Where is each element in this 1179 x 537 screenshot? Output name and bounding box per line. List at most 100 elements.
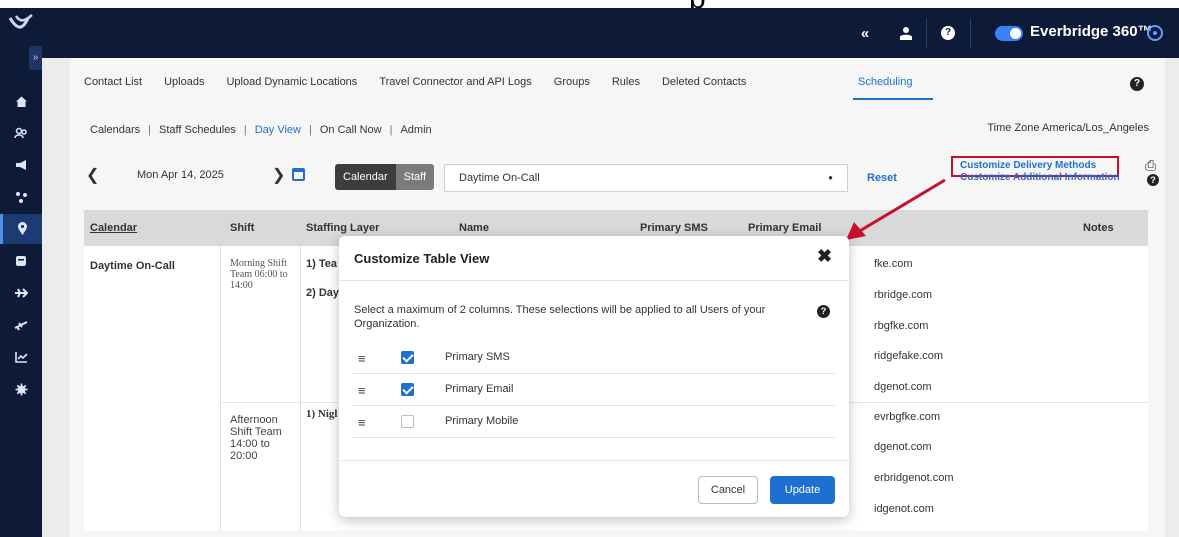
print-icon[interactable]: ⎙ xyxy=(1145,157,1156,174)
staffing-layer: 1) Nigl xyxy=(306,408,338,420)
calendar-select-value: Daytime On-Call xyxy=(459,172,540,184)
header-staffing-layer: Staffing Layer xyxy=(306,222,380,234)
flight-icon[interactable] xyxy=(0,310,42,340)
shift-morning: Morning Shift Team 06:00 to 14:00 xyxy=(230,258,288,291)
subnav-separator: | xyxy=(389,124,393,136)
header-primary-sms: Primary SMS xyxy=(640,222,708,234)
email-cell: erbridgenot.com xyxy=(874,472,954,484)
customize-help-icon[interactable]: ? xyxy=(1147,174,1159,186)
tab-travel-connector[interactable]: Travel Connector and API Logs xyxy=(379,76,531,96)
subnav-separator: | xyxy=(243,124,247,136)
header-notes: Notes xyxy=(1083,222,1114,234)
column-option-row: ≡ Primary Email xyxy=(353,374,835,406)
drag-handle-icon[interactable]: ≡ xyxy=(358,415,366,430)
header-name: Name xyxy=(459,222,489,234)
column-option-row: ≡ Primary Mobile xyxy=(353,406,835,438)
customize-delivery-methods-link[interactable]: Customize Delivery Methods xyxy=(960,160,1096,171)
dropdown-caret-icon: ● xyxy=(828,173,833,182)
subnav-calendars[interactable]: Calendars xyxy=(90,124,140,136)
travel-icon[interactable] xyxy=(0,278,42,308)
subnav-on-call-now[interactable]: On Call Now xyxy=(320,124,382,136)
help-icon[interactable]: ? xyxy=(935,8,961,58)
network-icon[interactable] xyxy=(0,182,42,212)
calendar-view-button[interactable]: Calendar xyxy=(335,164,396,190)
help-icon-glyph: ? xyxy=(941,26,955,40)
brand-status-icon[interactable] xyxy=(1147,25,1163,41)
header-calendar[interactable]: Calendar xyxy=(90,222,137,234)
sidebar: » xyxy=(0,8,42,537)
email-cell: idgenot.com xyxy=(874,503,934,515)
primary-email-checkbox[interactable] xyxy=(401,383,414,396)
subnav-staff-schedules[interactable]: Staff Schedules xyxy=(159,124,236,136)
subnav-admin[interactable]: Admin xyxy=(400,124,431,136)
top-bar: « ? Everbridge 360™ xyxy=(42,8,1179,58)
calendar-picker-icon[interactable] xyxy=(292,168,305,181)
tab-deleted-contacts[interactable]: Deleted Contacts xyxy=(662,76,746,96)
time-zone-label: Time Zone America/Los_Angeles xyxy=(987,122,1149,134)
brand-toggle[interactable] xyxy=(995,26,1023,41)
page: p » xyxy=(0,0,1179,537)
active-tab-indicator xyxy=(853,98,933,100)
update-button[interactable]: Update xyxy=(770,476,835,504)
tab-scheduling[interactable]: Scheduling xyxy=(858,76,912,88)
tab-contact-list[interactable]: Contact List xyxy=(84,76,142,96)
user-icon[interactable] xyxy=(893,8,919,58)
primary-sms-checkbox[interactable] xyxy=(401,351,414,364)
contacts-icon[interactable] xyxy=(0,118,42,148)
close-icon[interactable]: ✖ xyxy=(817,246,832,267)
primary-mobile-checkbox[interactable] xyxy=(401,415,414,428)
dialog-footer-divider xyxy=(339,460,849,461)
collapse-panel-button[interactable]: « xyxy=(850,8,880,58)
database-icon[interactable] xyxy=(0,246,42,276)
annotation-arrow xyxy=(846,178,946,240)
tab-bar: Contact List Uploads Upload Dynamic Loca… xyxy=(84,76,912,96)
column-option-label: Primary Mobile xyxy=(445,415,519,427)
date-toolbar: ❮ Mon Apr 14, 2025 ❯ Calendar Staff Dayt… xyxy=(84,156,1164,192)
location-icon[interactable] xyxy=(0,214,42,244)
chart-icon[interactable] xyxy=(0,342,42,372)
page-help-icon[interactable]: ? xyxy=(1130,77,1144,91)
view-toggle: Calendar Staff xyxy=(335,164,435,190)
email-cell: evrbgfke.com xyxy=(874,411,941,423)
sidebar-expand-button[interactable]: » xyxy=(29,46,42,70)
brand-name: Everbridge 360™ xyxy=(1030,23,1153,40)
staff-view-button[interactable]: Staff xyxy=(395,164,435,190)
column-divider xyxy=(220,246,221,530)
megaphone-icon[interactable] xyxy=(0,150,42,180)
email-cell: ridgefake.com xyxy=(874,350,944,362)
settings-icon[interactable] xyxy=(0,374,42,404)
next-day-icon[interactable]: ❯ xyxy=(272,165,285,185)
cancel-button[interactable]: Cancel xyxy=(698,476,758,504)
home-icon[interactable] xyxy=(0,86,42,116)
staffing-layer: 1) Tea xyxy=(306,258,337,270)
email-cell: dgenot.com xyxy=(874,441,932,453)
sub-navigation: Calendars | Staff Schedules | Day View |… xyxy=(90,124,440,136)
drag-handle-icon[interactable]: ≡ xyxy=(358,351,366,366)
email-cell: dgenot.com xyxy=(874,381,932,393)
subnav-separator: | xyxy=(148,124,151,136)
subnav-day-view[interactable]: Day View xyxy=(255,124,301,136)
column-option-label: Primary Email xyxy=(445,383,514,395)
calendar-cell: Daytime On-Call xyxy=(90,260,175,272)
email-cell: fke.com xyxy=(874,258,913,270)
email-cell: rbgfke.com xyxy=(874,320,929,332)
topbar-divider xyxy=(926,18,927,48)
customize-table-view-dialog: Customize Table View ✖ Select a maximum … xyxy=(339,236,849,517)
topbar-divider xyxy=(970,18,971,48)
dialog-title: Customize Table View xyxy=(354,251,490,266)
dialog-help-icon[interactable]: ? xyxy=(817,305,830,318)
drag-handle-icon[interactable]: ≡ xyxy=(358,383,366,398)
column-option-label: Primary SMS xyxy=(445,351,510,363)
calendar-select[interactable]: Daytime On-Call ● xyxy=(444,164,848,192)
tab-uploads[interactable]: Uploads xyxy=(164,76,204,96)
customize-additional-info-link[interactable]: Customize Additional Information xyxy=(960,172,1120,183)
header-primary-email: Primary Email xyxy=(748,222,822,234)
tab-upload-dynamic-locations[interactable]: Upload Dynamic Locations xyxy=(226,76,357,96)
previous-day-icon[interactable]: ❮ xyxy=(86,165,99,185)
top-strip: p xyxy=(0,0,1179,15)
header-shift: Shift xyxy=(230,222,255,234)
tab-rules[interactable]: Rules xyxy=(612,76,640,96)
column-option-row: ≡ Primary SMS xyxy=(353,342,835,374)
tab-groups[interactable]: Groups xyxy=(554,76,590,96)
current-date: Mon Apr 14, 2025 xyxy=(137,169,224,181)
